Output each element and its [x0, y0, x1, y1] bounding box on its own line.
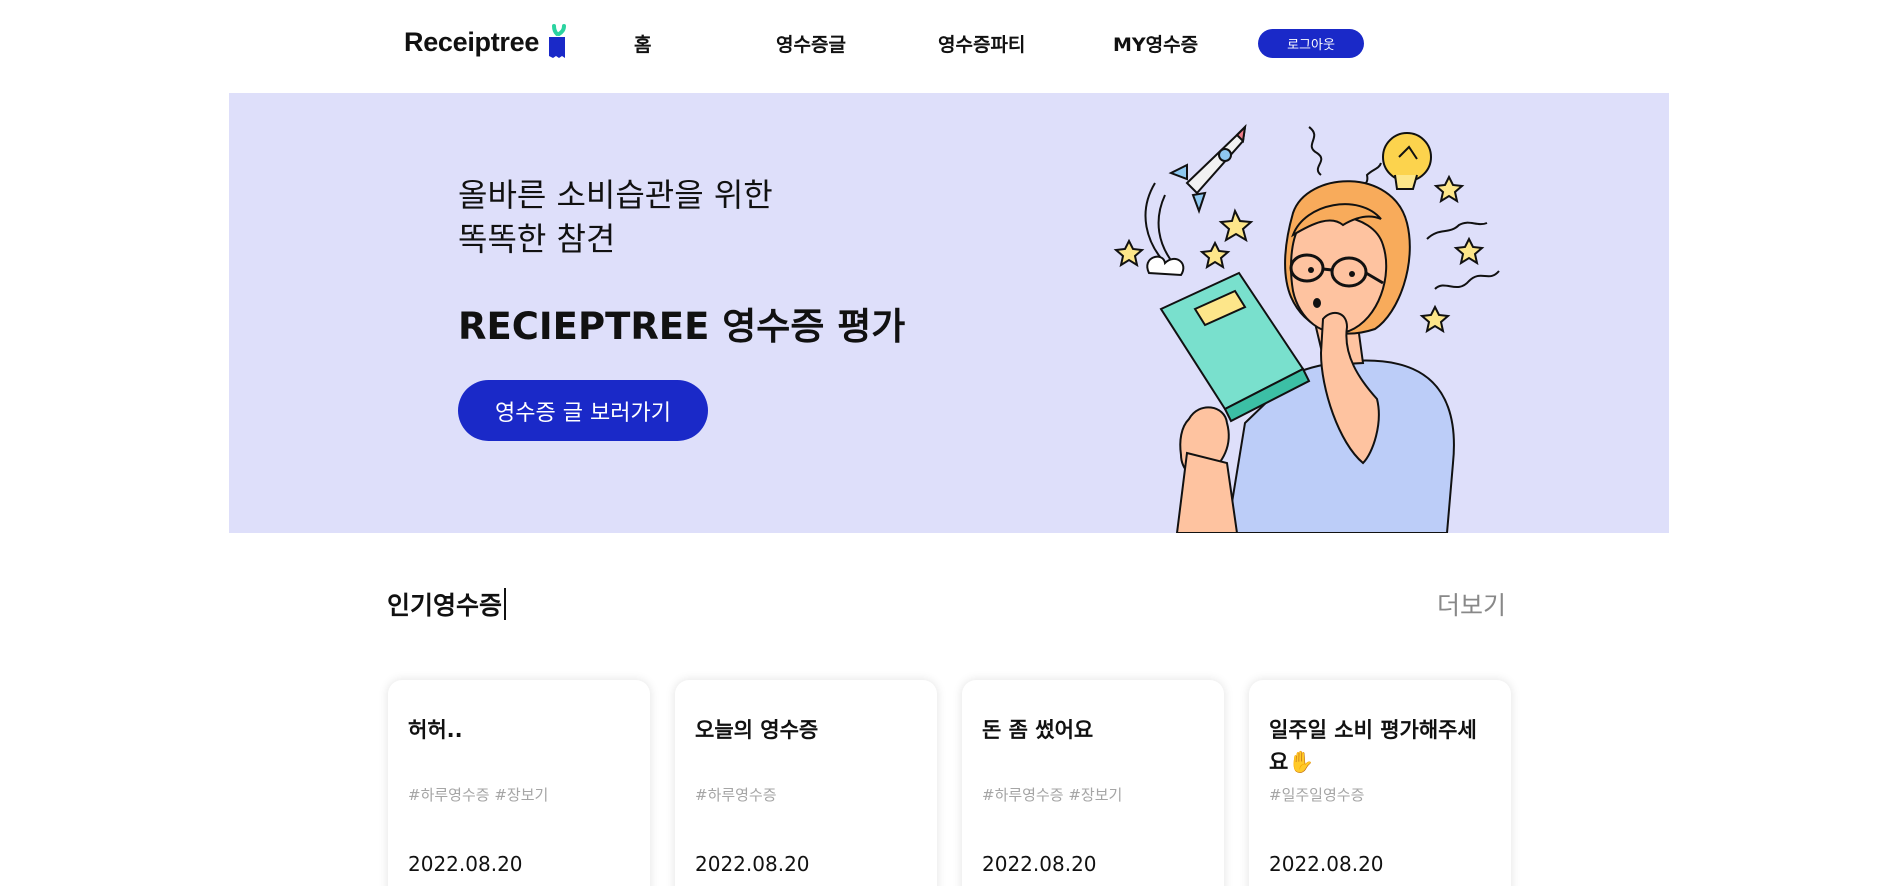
- card-title: 돈 좀 썼어요: [982, 718, 1094, 742]
- hero-subtitle: 올바른 소비습관을 위한 똑똑한 참견: [458, 173, 773, 261]
- text-caret: [504, 588, 507, 620]
- hero-banner: 올바른 소비습관을 위한 똑똑한 참견 RECIEPTREE 영수증 평가 영수…: [229, 93, 1669, 533]
- lightbulb-icon: [1382, 132, 1432, 190]
- card-tags: #하루영수증 #장보기: [408, 786, 549, 804]
- nav-item-my-receipt[interactable]: MY영수증: [1113, 30, 1198, 57]
- more-link[interactable]: 더보기: [1437, 586, 1506, 622]
- rocket-icon: [1168, 124, 1247, 214]
- card-date: 2022.08.20: [982, 852, 1097, 876]
- card-date: 2022.08.20: [1269, 852, 1384, 876]
- card-title: 오늘의 영수증: [695, 718, 819, 742]
- hero-subtitle-line1: 올바른 소비습관을 위한: [458, 176, 773, 214]
- receipt-card[interactable]: 오늘의 영수증 #하루영수증 2022.08.20: [675, 680, 937, 886]
- card-tags: #하루영수증 #장보기: [982, 786, 1123, 804]
- logout-button[interactable]: 로그아웃: [1258, 29, 1364, 58]
- page: Receiptree 홈 영수증글 영수증파티 MY영수증 로그아웃 올바른 소…: [0, 0, 1885, 886]
- card-date: 2022.08.20: [408, 852, 523, 876]
- receipt-card[interactable]: 일주일 소비 평가해주세요✋ #일주일영수증 2022.08.20: [1249, 680, 1511, 886]
- logo[interactable]: Receiptree: [404, 22, 569, 62]
- receipt-logo-icon: [545, 24, 569, 60]
- view-receipt-posts-button[interactable]: 영수증 글 보러가기: [458, 380, 708, 441]
- hero-illustration: [1077, 123, 1517, 533]
- nav-item-receipt-party[interactable]: 영수증파티: [938, 30, 1025, 57]
- card-date: 2022.08.20: [695, 852, 810, 876]
- logo-text: Receiptree: [404, 26, 540, 57]
- receipt-card[interactable]: 허허.. #하루영수증 #장보기 2022.08.20: [388, 680, 650, 886]
- card-tags: #하루영수증: [695, 786, 777, 804]
- hero-title: RECIEPTREE 영수증 평가: [458, 305, 906, 348]
- section-title-popular: 인기영수증: [387, 586, 507, 622]
- receipt-card[interactable]: 돈 좀 썼어요 #하루영수증 #장보기 2022.08.20: [962, 680, 1224, 886]
- nav-item-home[interactable]: 홈: [634, 30, 651, 57]
- card-title: 일주일 소비 평가해주세요✋: [1269, 718, 1477, 774]
- top-nav: Receiptree 홈 영수증글 영수증파티 MY영수증 로그아웃: [0, 0, 1885, 92]
- section-title-text: 인기영수증: [387, 591, 503, 620]
- nav-item-receipt-posts[interactable]: 영수증글: [776, 30, 846, 57]
- hero-subtitle-line2: 똑똑한 참견: [458, 220, 616, 258]
- card-title: 허허..: [408, 718, 463, 742]
- card-tags: #일주일영수증: [1269, 786, 1365, 804]
